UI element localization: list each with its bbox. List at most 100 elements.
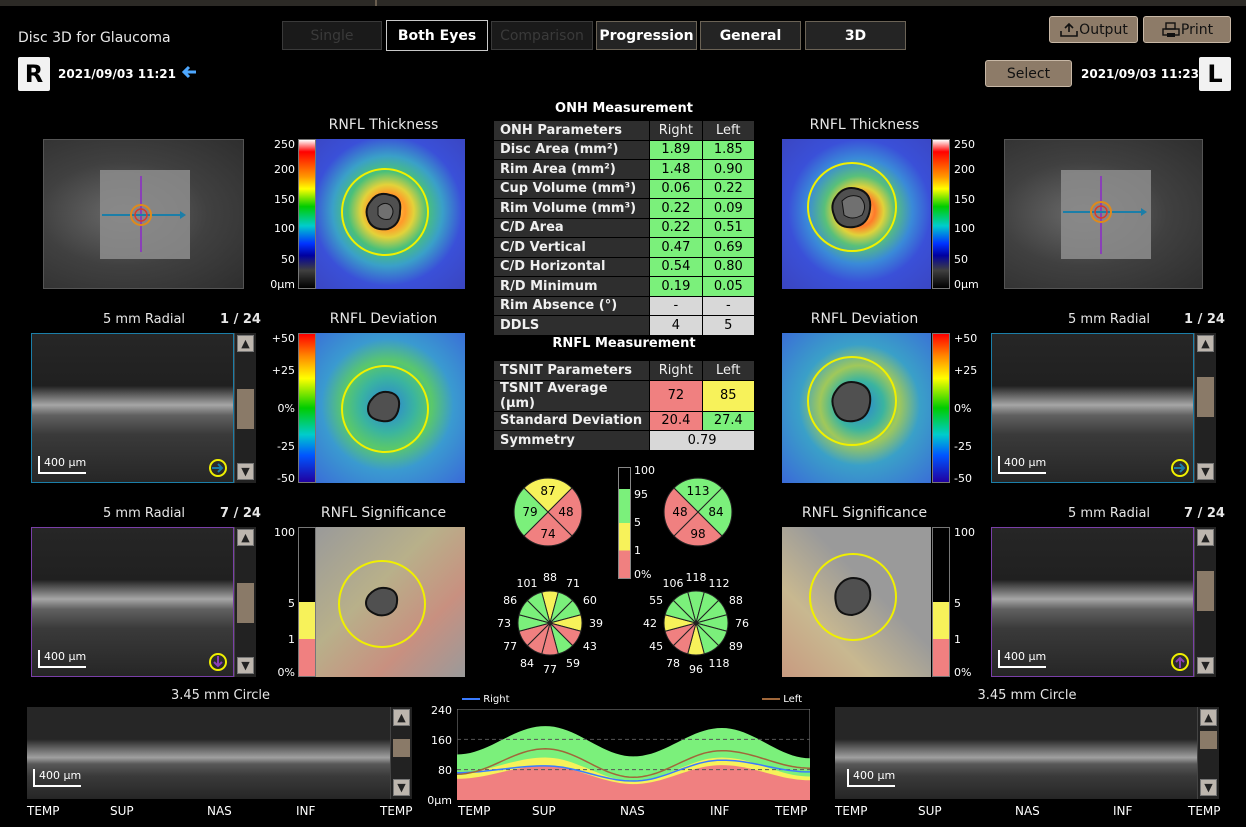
left-thickness-map[interactable] (782, 139, 931, 289)
left-significance-title: RNFL Significance (801, 505, 928, 521)
left-radial-1-scrollbar[interactable]: ▲ ▼ (1194, 333, 1216, 483)
scroll-down-icon[interactable]: ▼ (1197, 657, 1214, 674)
scroll-up-icon[interactable]: ▲ (237, 529, 254, 546)
tsnit-y-tick: 240 (431, 704, 452, 717)
scroll-up-icon[interactable]: ▲ (1200, 709, 1217, 726)
norm-legend-tick: 100 (634, 464, 655, 477)
scroll-thumb[interactable] (1197, 571, 1214, 611)
tsnit-chart[interactable] (457, 709, 810, 800)
scroll-down-icon[interactable]: ▼ (393, 779, 410, 796)
right-thickness-tick: 150 (274, 193, 295, 206)
rnfl-table: TSNIT Parameters Right Left TSNIT Averag… (492, 360, 756, 451)
tsnit-legend-left: Left (762, 694, 802, 705)
onh-header-left: Left (701, 120, 756, 141)
right-thickness-title: RNFL Thickness (328, 117, 439, 133)
right-clock-value: 60 (583, 594, 597, 607)
scroll-down-icon[interactable]: ▼ (237, 463, 254, 480)
right-radial-1-scrollbar[interactable]: ▲ ▼ (234, 333, 256, 483)
left-circle-axis-label: TEMP (835, 804, 868, 818)
right-radial-7-scrollbar[interactable]: ▲ ▼ (234, 527, 256, 677)
left-radial-7-scrollbar[interactable]: ▲ ▼ (1194, 527, 1216, 677)
left-radial-1-bscan[interactable]: 400 µm (991, 333, 1194, 483)
onh-header-param: ONH Parameters (492, 120, 651, 141)
onh-right-value: 0.54 (649, 256, 703, 277)
scroll-thumb[interactable] (1197, 377, 1214, 417)
app-title: Disc 3D for Glaucoma (18, 30, 171, 46)
back-arrow-icon[interactable] (180, 64, 198, 80)
left-significance-map[interactable] (782, 527, 931, 677)
scroll-up-icon[interactable]: ▲ (237, 335, 254, 352)
output-button[interactable]: Output (1049, 16, 1138, 43)
symmetry-label: Symmetry (492, 430, 651, 451)
onh-param-label: Disc Area (mm²) (492, 139, 651, 160)
right-significance-map[interactable] (316, 527, 465, 677)
left-deviation-tick: -25 (954, 440, 972, 453)
rnfl-header-left: Left (701, 360, 756, 381)
right-circle-axis-label: INF (296, 804, 316, 818)
left-clock-value: 78 (666, 657, 680, 670)
onh-row: Rim Absence (°) - - (492, 295, 756, 316)
right-clock-value: 77 (503, 640, 517, 653)
onh-param-label: C/D Vertical (492, 237, 651, 258)
export-icon (1060, 22, 1078, 37)
rnfl-symmetry-row: Symmetry 0.79 (492, 430, 755, 451)
print-button[interactable]: Print (1143, 16, 1231, 43)
left-clock-value: 112 (709, 577, 730, 590)
scroll-down-icon[interactable]: ▼ (1200, 779, 1217, 796)
right-radial-7-direction-icon (209, 653, 227, 671)
right-radial-7-bscan[interactable]: 400 µm (31, 527, 234, 677)
scroll-thumb[interactable] (237, 389, 254, 429)
right-circle-axis-label: TEMP (27, 804, 60, 818)
onh-row: C/D Area 0.22 0.51 (492, 217, 756, 238)
scroll-down-icon[interactable]: ▼ (1197, 463, 1214, 480)
tab-progression[interactable]: Progression (596, 21, 697, 50)
onh-param-label: Rim Volume (mm³) (492, 198, 651, 219)
left-clock-hour-chart: 118 1128876891189678454255106 (643, 571, 749, 676)
right-quadrant-top-value: 87 (540, 484, 555, 498)
onh-right-value: 0.22 (649, 198, 703, 219)
right-deviation-tick: -50 (277, 472, 295, 485)
scroll-up-icon[interactable]: ▲ (393, 709, 410, 726)
scroll-thumb[interactable] (393, 739, 410, 757)
select-button[interactable]: Select (985, 60, 1072, 87)
tsnit-y-tick: 0µm (427, 794, 452, 807)
right-fundus-image[interactable] (43, 139, 244, 289)
left-clock-value: 96 (689, 663, 703, 676)
left-significance-overlay (809, 553, 897, 641)
onh-title: ONH Measurement (555, 101, 693, 116)
right-significance-tick: 1 (288, 633, 295, 646)
right-deviation-tick: +50 (271, 332, 295, 345)
rnfl-param-label: Standard Deviation (492, 410, 651, 431)
left-deviation-map[interactable] (782, 333, 931, 483)
right-thickness-overlay (341, 168, 429, 256)
left-quadrant-right-value: 84 (708, 505, 723, 519)
tab-general[interactable]: General (700, 21, 801, 50)
left-radial-7-bscan[interactable]: 400 µm (991, 527, 1194, 677)
right-thickness-map[interactable] (316, 139, 465, 289)
left-quadrant-top-value: 113 (687, 484, 710, 498)
tab-3d[interactable]: 3D (805, 21, 906, 50)
scroll-thumb[interactable] (1200, 731, 1217, 749)
right-deviation-tick: +25 (271, 364, 295, 377)
tab-both-eyes[interactable]: Both Eyes (386, 20, 488, 51)
right-circle-axis-label: TEMP (380, 804, 413, 818)
rnfl-row: Standard Deviation 20.4 27.4 (492, 410, 756, 431)
left-circle-scrollbar[interactable]: ▲ ▼ (1197, 707, 1219, 799)
left-radial-7-index: 7 / 24 (1184, 506, 1225, 521)
tab-comparison[interactable]: Comparison (491, 21, 593, 50)
right-deviation-map[interactable] (316, 333, 465, 483)
right-circle-bscan[interactable]: 400 µm (27, 707, 390, 799)
scroll-down-icon[interactable]: ▼ (237, 657, 254, 674)
scroll-thumb[interactable] (237, 583, 254, 623)
scroll-up-icon[interactable]: ▲ (1197, 529, 1214, 546)
left-fundus-image[interactable] (1004, 139, 1203, 289)
tab-single[interactable]: Single (282, 21, 382, 50)
onh-left-value: 0.09 (701, 198, 756, 219)
onh-left-value: 0.90 (701, 159, 756, 180)
right-thickness-colorbar (298, 139, 316, 289)
right-radial-1-bscan[interactable]: 400 µm (31, 333, 234, 483)
scroll-up-icon[interactable]: ▲ (1197, 335, 1214, 352)
left-circle-bscan[interactable]: 400 µm (835, 707, 1197, 799)
right-significance-tick: 100 (274, 526, 295, 539)
right-circle-scrollbar[interactable]: ▲ ▼ (390, 707, 412, 799)
